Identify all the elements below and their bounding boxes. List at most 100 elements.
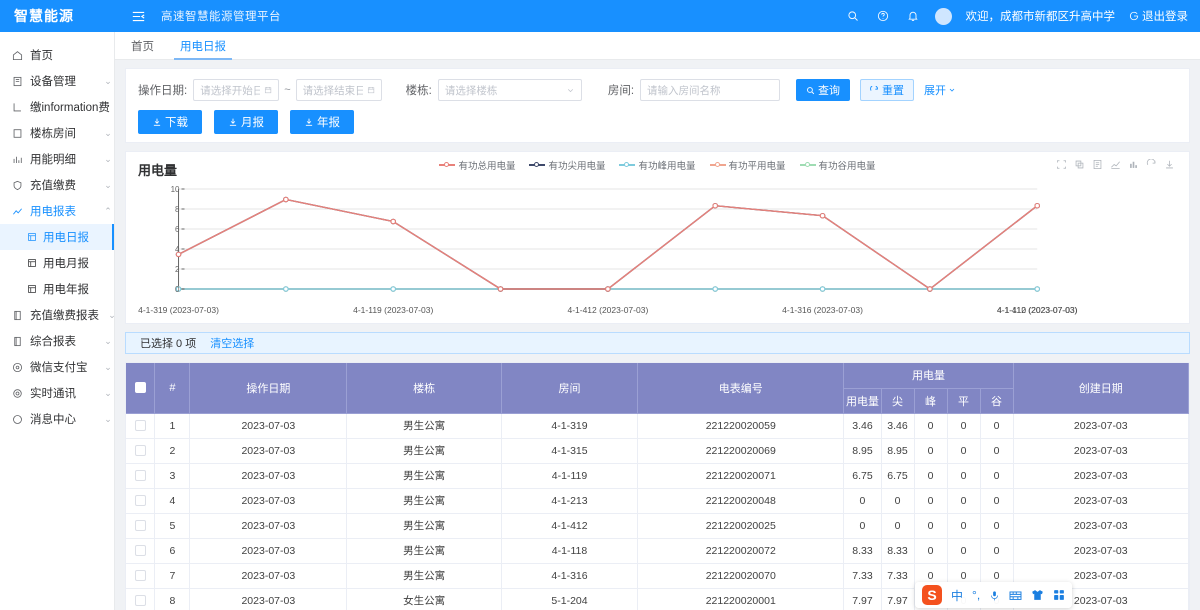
selection-count: 已选择 0 项 (140, 335, 196, 351)
reset-button[interactable]: 重置 (860, 79, 914, 101)
sidebar-item-comprehensive-report[interactable]: 综合报表 ⌄ (0, 328, 114, 354)
chevron-down-icon: ⌄ (102, 76, 114, 87)
sidebar-item-recharge-report[interactable]: 充值缴费报表 ⌄ (0, 302, 114, 328)
sidebar-item-device-management[interactable]: 设备管理 ⌄ (0, 68, 114, 94)
row-checkbox[interactable] (135, 520, 146, 531)
cell-tip: 8.33 (881, 538, 914, 563)
row-checkbox-cell[interactable] (126, 413, 155, 438)
row-checkbox[interactable] (135, 495, 146, 506)
menu-collapse-icon[interactable] (123, 10, 153, 23)
search-icon (806, 86, 815, 95)
row-checkbox-cell[interactable] (126, 513, 155, 538)
row-checkbox[interactable] (135, 420, 146, 431)
cell-peak: 0 (914, 438, 947, 463)
sidebar-item-energy-detail[interactable]: 用能明细 ⌄ (0, 146, 114, 172)
table-row[interactable]: 52023-07-03男生公寓4-1-412221220020025000002… (126, 513, 1189, 538)
data-view-icon[interactable] (1091, 158, 1103, 170)
download-button-label: 下载 (165, 114, 188, 130)
chevron-down-icon (948, 86, 956, 94)
chart-plot-area: 0246810 (136, 183, 1179, 305)
sidebar-item-message-center[interactable]: 消息中心 ⌄ (0, 406, 114, 432)
sidebar-item-realtime-message[interactable]: 实时通讯 ⌄ (0, 380, 114, 406)
help-icon[interactable] (875, 8, 891, 24)
monthly-report-button[interactable]: 月报 (214, 110, 278, 134)
row-checkbox-cell[interactable] (126, 563, 155, 588)
table-row[interactable]: 22023-07-03男生公寓4-1-3152212200200698.958.… (126, 438, 1189, 463)
monthly-report-button-label: 月报 (241, 114, 264, 130)
clear-selection-link[interactable]: 清空选择 (210, 335, 254, 351)
search-button[interactable]: 查询 (796, 79, 850, 101)
cell-building: 男生公寓 (347, 488, 502, 513)
tab-home[interactable]: 首页 (131, 38, 154, 59)
rect-select-icon[interactable] (1055, 158, 1067, 170)
microphone-icon[interactable] (989, 589, 1000, 602)
row-checkbox-cell[interactable] (126, 538, 155, 563)
cell-peak: 0 (914, 413, 947, 438)
cell-valley: 0 (980, 488, 1013, 513)
message-icon (11, 387, 23, 399)
search-icon[interactable] (845, 8, 861, 24)
row-checkbox[interactable] (135, 595, 146, 606)
end-date-input[interactable]: 请选择结束日期 (296, 79, 382, 101)
annual-report-button-label: 年报 (317, 114, 340, 130)
select-all-checkbox[interactable] (135, 382, 146, 393)
sidebar-item-home[interactable]: 首页 (0, 42, 114, 68)
sidebar-item-daily-report[interactable]: 用电日报 (0, 224, 114, 250)
row-checkbox[interactable] (135, 445, 146, 456)
building-select[interactable]: 请选择楼栋 (438, 79, 582, 101)
top-bar-right: 欢迎，成都市新都区升高中学 退出登录 (845, 8, 1200, 25)
sidebar-item-electricity-report[interactable]: 用电报表 ⌃ (0, 198, 114, 224)
row-checkbox[interactable] (135, 545, 146, 556)
sidebar-item-annual-report[interactable]: 用电年报 (0, 276, 114, 302)
download-button[interactable]: 下载 (138, 110, 202, 134)
row-checkbox-cell[interactable] (126, 438, 155, 463)
chevron-down-icon: ⌄ (102, 362, 114, 373)
skin-icon[interactable] (1031, 589, 1044, 601)
save-image-icon[interactable] (1163, 158, 1175, 170)
table-row[interactable]: 62023-07-03男生公寓4-1-1182212200200728.338.… (126, 538, 1189, 563)
operation-date-header: 操作日期 (190, 363, 347, 413)
meter-no-header: 电表编号 (638, 363, 844, 413)
sidebar-item-payment[interactable]: 缴information费 ⌄ (0, 94, 114, 120)
table-body: 12023-07-03男生公寓4-1-3192212200200593.463.… (126, 413, 1189, 610)
restore-icon[interactable] (1145, 158, 1157, 170)
row-checkbox-cell[interactable] (126, 463, 155, 488)
sidebar-item-recharge[interactable]: 充值缴费 ⌄ (0, 172, 114, 198)
created-date-header: 创建日期 (1013, 363, 1188, 413)
sidebar-item-monthly-report[interactable]: 用电月报 (0, 250, 114, 276)
row-checkbox-cell[interactable] (126, 488, 155, 513)
ime-punctuation-button[interactable]: °, (972, 588, 980, 602)
lasso-select-icon[interactable] (1073, 158, 1085, 170)
sidebar-item-wechat-alipay[interactable]: 微信支付宝 ⌄ (0, 354, 114, 380)
table-row[interactable]: 42023-07-03男生公寓4-1-213221220020048000002… (126, 488, 1189, 513)
sidebar-item-building-room[interactable]: 楼栋房间 ⌄ (0, 120, 114, 146)
tab-daily-report[interactable]: 用电日报 (180, 38, 226, 59)
bell-icon[interactable] (905, 8, 921, 24)
keyboard-icon[interactable] (1009, 590, 1022, 601)
select-all-header[interactable] (126, 363, 155, 413)
ime-mode-button[interactable]: 中 (951, 587, 963, 604)
tab-bar: 首页 用电日报 (115, 32, 1200, 60)
svg-text:8: 8 (175, 205, 180, 214)
bar-chart-icon[interactable] (1127, 158, 1139, 170)
cell-operation-date: 2023-07-03 (190, 463, 347, 488)
row-checkbox[interactable] (135, 470, 146, 481)
row-checkbox[interactable] (135, 570, 146, 581)
expand-button[interactable]: 展开 (924, 82, 956, 98)
cell-meter-no: 221220020071 (638, 463, 844, 488)
table-head: # 操作日期 楼栋 房间 电表编号 用电量 创建日期 用电量 尖 (126, 363, 1189, 413)
sogou-logo-icon[interactable]: S (922, 585, 942, 605)
main-area: 首页 用电日报 操作日期: 请选择开始日期 ~ 请选择结束日期 (115, 32, 1200, 610)
line-chart-icon[interactable] (1109, 158, 1121, 170)
start-date-input[interactable]: 请选择开始日期 (193, 79, 279, 101)
room-input[interactable]: 请输入房间名称 (640, 79, 780, 101)
cell-operation-date: 2023-07-03 (190, 538, 347, 563)
avatar[interactable] (935, 8, 952, 25)
table-row[interactable]: 12023-07-03男生公寓4-1-3192212200200593.463.… (126, 413, 1189, 438)
apps-icon[interactable] (1053, 589, 1065, 601)
annual-report-button[interactable]: 年报 (290, 110, 354, 134)
table-row[interactable]: 32023-07-03男生公寓4-1-1192212200200716.756.… (126, 463, 1189, 488)
cell-building: 男生公寓 (347, 563, 502, 588)
logout-button[interactable]: 退出登录 (1129, 8, 1188, 24)
row-checkbox-cell[interactable] (126, 588, 155, 610)
